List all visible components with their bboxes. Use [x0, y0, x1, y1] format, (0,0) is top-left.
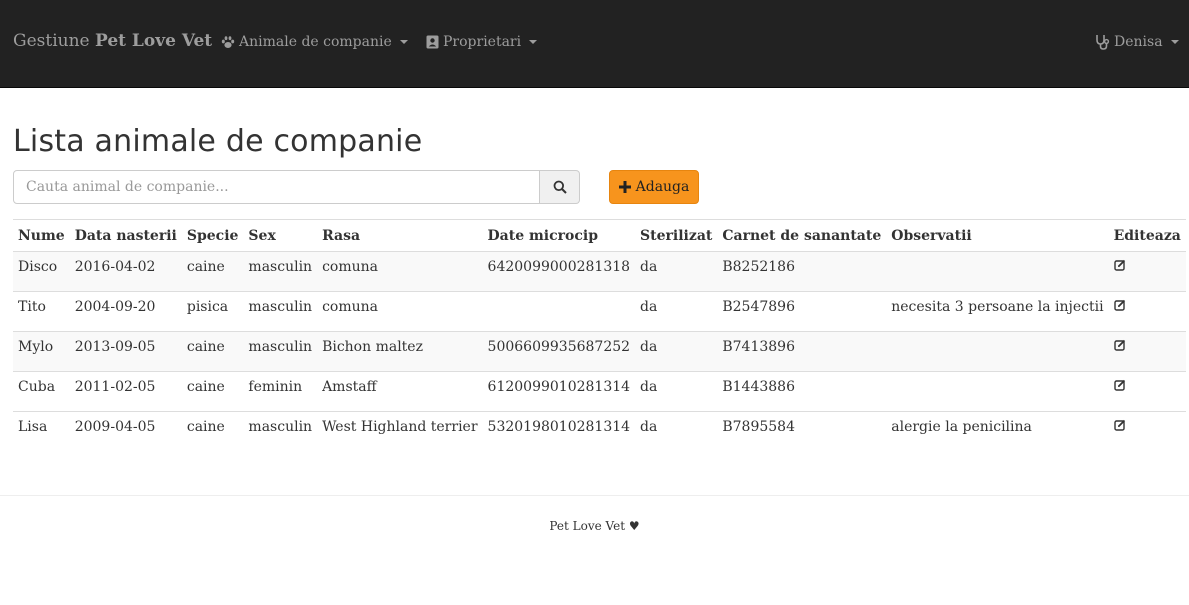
cell-health-book: B2547896 [717, 291, 887, 332]
edit-icon[interactable] [1113, 339, 1126, 351]
cell-health-book: B7895584 [717, 411, 887, 452]
cell-sterilized: da [635, 411, 718, 452]
chevron-down-icon [399, 40, 408, 44]
paw-icon [221, 35, 235, 49]
cell-health-book: B8252186 [717, 251, 887, 292]
brand-name: Pet Love Vet [95, 31, 213, 51]
cell-edit [1108, 251, 1186, 292]
cell-sterilized: da [635, 251, 718, 292]
column-header[interactable]: Data nasterii [69, 219, 182, 252]
cell-edit [1108, 411, 1186, 452]
cell-edit [1108, 291, 1186, 332]
edit-icon[interactable] [1113, 419, 1126, 431]
cell-edit [1108, 331, 1186, 372]
cell-name: Mylo [13, 331, 70, 372]
column-header[interactable]: Specie [181, 219, 244, 252]
chevron-down-icon [1170, 40, 1179, 44]
cell-notes: necesita 3 persoane la injectii [886, 291, 1109, 332]
menu-owners-dropdown[interactable]: Proprietari [426, 34, 538, 50]
edit-icon[interactable] [1113, 299, 1126, 311]
search-group [13, 170, 580, 204]
footer-divider [0, 495, 1189, 496]
top-navbar: Gestiune Pet Love Vet Animale de compani… [0, 0, 1189, 88]
column-header[interactable]: Rasa [317, 219, 483, 252]
table-row: Lisa 2009-04-05 caine masculin West High… [13, 411, 1186, 452]
search-input[interactable] [13, 170, 540, 204]
search-button[interactable] [540, 170, 580, 204]
pets-table: Nume Data nasterii Specie Sex Rasa Date … [13, 219, 1186, 452]
cell-breed: Bichon maltez [317, 331, 483, 372]
cell-sex: masculin [243, 411, 318, 452]
add-pet-button[interactable]: Adauga [609, 170, 699, 204]
column-header[interactable]: Sterilizat [635, 219, 718, 252]
cell-name: Tito [13, 291, 70, 332]
cell-birthdate: 2004-09-20 [69, 291, 182, 332]
cell-sex: feminin [243, 371, 318, 412]
cell-microchip: 6120099010281314 [482, 371, 636, 412]
cell-name: Cuba [13, 371, 70, 412]
table-row: Tito 2004-09-20 pisica masculin comuna d… [13, 291, 1186, 332]
cell-microchip: 5006609935687252 [482, 331, 636, 372]
cell-species: caine [181, 411, 244, 452]
cell-breed: Amstaff [317, 371, 483, 412]
cell-breed: West Highland terrier [317, 411, 483, 452]
cell-name: Disco [13, 251, 70, 292]
table-row: Cuba 2011-02-05 caine feminin Amstaff 61… [13, 371, 1186, 412]
cell-notes [886, 371, 1109, 412]
chevron-down-icon [529, 40, 538, 44]
column-header[interactable]: Editeaza [1108, 219, 1186, 252]
stethoscope-icon [1095, 34, 1110, 50]
cell-microchip [482, 291, 636, 332]
menu-pets-dropdown[interactable]: Animale de companie [221, 34, 408, 50]
cell-birthdate: 2013-09-05 [69, 331, 182, 372]
cell-health-book: B1443886 [717, 371, 887, 412]
cell-species: caine [181, 251, 244, 292]
user-menu-dropdown[interactable]: Denisa [1095, 34, 1179, 50]
edit-icon[interactable] [1113, 259, 1126, 271]
cell-species: caine [181, 331, 244, 372]
cell-notes [886, 331, 1109, 372]
plus-icon [618, 181, 631, 193]
page-title: Lista animale de companie [13, 124, 423, 159]
cell-edit [1108, 371, 1186, 412]
search-icon [553, 180, 567, 194]
brand-prefix: Gestiune [13, 31, 90, 51]
cell-species: pisica [181, 291, 244, 332]
cell-microchip: 6420099000281318 [482, 251, 636, 292]
table-header-row: Nume Data nasterii Specie Sex Rasa Date … [13, 219, 1186, 252]
cell-health-book: B7413896 [717, 331, 887, 372]
cell-sterilized: da [635, 291, 718, 332]
contact-card-icon [426, 35, 439, 49]
cell-name: Lisa [13, 411, 70, 452]
cell-notes: alergie la penicilina [886, 411, 1109, 452]
menu-owners-label: Proprietari [443, 34, 522, 50]
add-pet-label: Adauga [635, 179, 690, 195]
footer-text: Pet Love Vet ♥ [549, 519, 640, 533]
cell-species: caine [181, 371, 244, 412]
cell-breed: comuna [317, 251, 483, 292]
cell-sterilized: da [635, 331, 718, 372]
cell-birthdate: 2009-04-05 [69, 411, 182, 452]
column-header[interactable]: Nume [13, 219, 70, 252]
brand-logo[interactable]: Gestiune Pet Love Vet [13, 31, 212, 51]
column-header[interactable]: Observatii [886, 219, 1109, 252]
cell-sterilized: da [635, 371, 718, 412]
table-row: Disco 2016-04-02 caine masculin comuna 6… [13, 251, 1186, 292]
column-header[interactable]: Date microcip [482, 219, 636, 252]
column-header[interactable]: Carnet de sanantate [717, 219, 887, 252]
cell-sex: masculin [243, 251, 318, 292]
cell-sex: masculin [243, 331, 318, 372]
edit-icon[interactable] [1113, 379, 1126, 391]
cell-microchip: 5320198010281314 [482, 411, 636, 452]
user-name: Denisa [1114, 34, 1163, 50]
table-row: Mylo 2013-09-05 caine masculin Bichon ma… [13, 331, 1186, 372]
menu-pets-label: Animale de companie [239, 34, 392, 50]
cell-birthdate: 2016-04-02 [69, 251, 182, 292]
cell-sex: masculin [243, 291, 318, 332]
cell-notes [886, 251, 1109, 292]
cell-breed: comuna [317, 291, 483, 332]
column-header[interactable]: Sex [243, 219, 318, 252]
cell-birthdate: 2011-02-05 [69, 371, 182, 412]
